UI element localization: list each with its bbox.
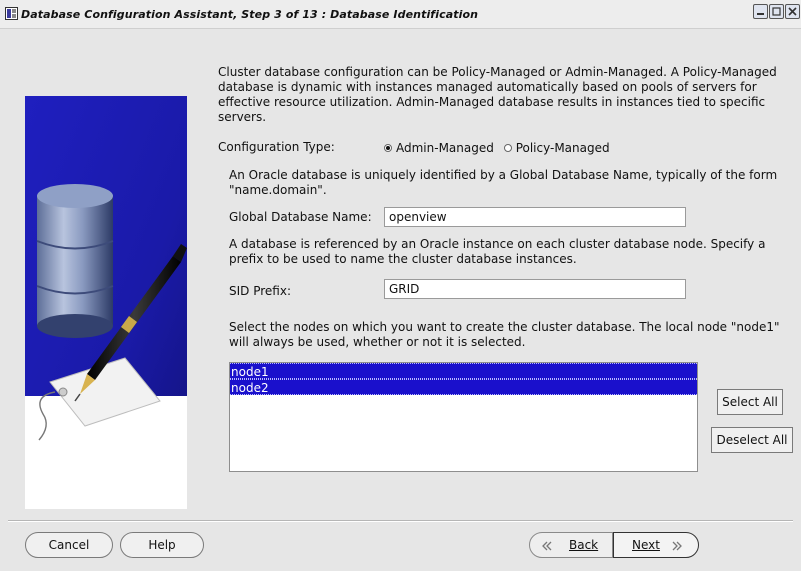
sid-description: A database is referenced by an Oracle in… xyxy=(229,237,766,266)
back-button[interactable]: Back xyxy=(529,532,613,558)
minimize-icon[interactable] xyxy=(753,4,768,19)
radio-admin-label: Admin-Managed xyxy=(396,140,494,155)
node-list-item-node1[interactable]: node1 xyxy=(230,363,697,379)
global-db-label: Global Database Name: xyxy=(229,210,372,224)
window-title: Database Configuration Assistant, Step 3… xyxy=(21,8,479,21)
database-pen-illustration xyxy=(25,96,187,509)
node-list[interactable]: node1 node2 xyxy=(229,362,698,472)
config-type-label: Configuration Type: xyxy=(218,140,335,154)
back-label: Back xyxy=(569,538,599,552)
help-button[interactable]: Help xyxy=(120,532,204,558)
global-db-description: An Oracle database is uniquely identifie… xyxy=(229,168,778,197)
intro-description: Cluster database configuration can be Po… xyxy=(218,65,777,124)
radio-selected-icon xyxy=(384,144,392,152)
chevron-left-icon xyxy=(542,541,552,551)
sid-prefix-label: SID Prefix: xyxy=(229,284,291,298)
node-list-item-node2[interactable]: node2 xyxy=(230,379,697,395)
deselect-all-button[interactable]: Deselect All xyxy=(711,427,793,453)
title-bar: Database Configuration Assistant, Step 3… xyxy=(0,0,801,29)
close-icon[interactable] xyxy=(785,4,800,19)
nodes-description: Select the nodes on which you want to cr… xyxy=(229,320,780,349)
radio-policy-label: Policy-Managed xyxy=(515,140,610,155)
sid-prefix-input[interactable] xyxy=(384,279,686,299)
radio-policy-managed[interactable]: Policy-Managed xyxy=(503,140,610,155)
radio-admin-managed[interactable]: Admin-Managed xyxy=(384,141,494,155)
cancel-button[interactable]: Cancel xyxy=(25,532,113,558)
maximize-icon[interactable] xyxy=(769,4,784,19)
app-icon xyxy=(5,7,18,20)
next-label: Next xyxy=(632,538,660,552)
chevron-right-icon xyxy=(672,541,682,551)
config-type-radio-group: Admin-Managed Policy-Managed xyxy=(384,140,616,156)
select-all-button[interactable]: Select All xyxy=(717,389,783,415)
footer-separator xyxy=(8,520,793,522)
next-button[interactable]: Next xyxy=(613,532,699,558)
radio-unselected-icon xyxy=(503,144,512,152)
global-db-name-input[interactable] xyxy=(384,207,686,227)
